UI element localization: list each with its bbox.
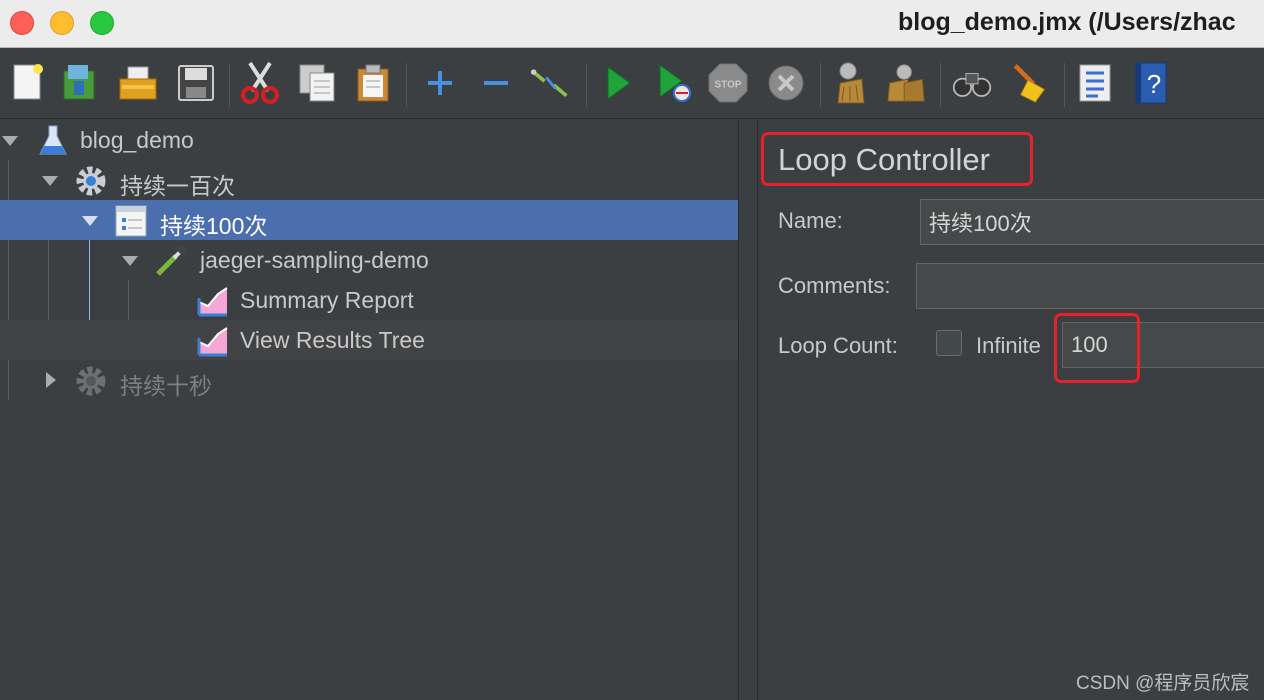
- stop-button[interactable]: STOP: [708, 63, 748, 103]
- collapse-arrow-icon[interactable]: [42, 176, 58, 186]
- clear-icon: [837, 62, 865, 104]
- listener-graph-icon: [197, 327, 228, 357]
- minimize-window-button[interactable]: [50, 11, 74, 35]
- tree-node-thread-group[interactable]: 持续一百次: [0, 160, 738, 200]
- infinite-checkbox[interactable]: [936, 330, 962, 356]
- tree-node-label: Summary Report: [240, 287, 414, 313]
- tree-node-summary-report[interactable]: Summary Report: [0, 280, 738, 320]
- toggle-button[interactable]: [530, 63, 570, 103]
- maximize-window-button[interactable]: [90, 11, 114, 35]
- collapse-icon: [484, 81, 508, 85]
- paste-icon: [357, 64, 389, 102]
- gear-icon: [76, 366, 106, 396]
- clear-all-button[interactable]: [886, 63, 926, 103]
- tree-node-label: jaeger-sampling-demo: [200, 247, 429, 273]
- reset-search-icon: [1013, 64, 1046, 103]
- toolbar-separator: [820, 63, 821, 107]
- watermark-text: CSDN @程序员欣宸: [1076, 673, 1250, 694]
- copy-button[interactable]: [298, 63, 338, 103]
- tree-node-thread-group-disabled[interactable]: 持续十秒: [0, 360, 738, 400]
- gear-icon: [76, 166, 106, 196]
- start-button[interactable]: [598, 63, 638, 103]
- title-annotation-box: [761, 132, 1033, 186]
- copy-icon: [299, 64, 335, 102]
- search-icon: [952, 73, 992, 97]
- open-icon: [119, 66, 157, 100]
- svg-text:?: ?: [1147, 69, 1161, 99]
- start-icon: [607, 66, 631, 100]
- tree-node-label: View Results Tree: [240, 327, 425, 353]
- templates-icon: [63, 65, 95, 100]
- tree-node-label: 持续十秒: [120, 373, 212, 399]
- start-no-pauses-icon: [659, 64, 691, 102]
- expand-all-button[interactable]: [420, 63, 460, 103]
- loop-count-label: Loop Count:: [778, 333, 898, 358]
- start-no-pauses-button[interactable]: [654, 63, 694, 103]
- test-plan-tree: blog_demo 持续一百次 持续100次 jaeger-sampling-d…: [0, 120, 738, 700]
- toolbar: STOP ?: [0, 49, 1264, 119]
- loop-controller-panel: Loop Controller Name: Comments: Loop Cou…: [758, 120, 1264, 700]
- title-bar: blog_demo.jmx (/Users/zhac: [0, 0, 1264, 48]
- shutdown-icon: [768, 65, 804, 101]
- tree-node-loop-controller[interactable]: 持续100次: [0, 200, 738, 240]
- comments-field[interactable]: [916, 263, 1264, 309]
- collapse-arrow-icon[interactable]: [82, 216, 98, 226]
- listener-graph-icon: [197, 287, 228, 317]
- expand-arrow-icon[interactable]: [46, 372, 56, 388]
- infinite-label: Infinite: [976, 333, 1041, 358]
- save-icon: [178, 65, 214, 101]
- function-helper-button[interactable]: [1076, 63, 1116, 103]
- loop-controller-icon: [115, 205, 147, 237]
- new-button[interactable]: [8, 63, 48, 103]
- stop-icon: STOP: [708, 63, 748, 103]
- name-field[interactable]: [920, 199, 1264, 245]
- cut-button[interactable]: [240, 61, 280, 104]
- shutdown-button[interactable]: [766, 63, 806, 103]
- reset-search-button[interactable]: [1008, 63, 1048, 103]
- tree-node-label: 持续一百次: [120, 173, 235, 199]
- test-plan-flask-icon: [39, 125, 67, 155]
- toolbar-separator: [1064, 63, 1065, 107]
- toolbar-separator: [586, 63, 587, 107]
- collapse-arrow-icon[interactable]: [2, 136, 18, 146]
- function-helper-icon: [1079, 64, 1111, 102]
- sampler-pipette-icon: [156, 246, 186, 276]
- tree-node-view-results-tree[interactable]: View Results Tree: [0, 320, 738, 360]
- paste-button[interactable]: [354, 63, 394, 103]
- tree-node-label: blog_demo: [80, 127, 194, 153]
- toolbar-separator: [406, 63, 407, 107]
- name-label: Name:: [778, 208, 843, 233]
- help-button[interactable]: ?: [1132, 62, 1172, 104]
- pane-splitter[interactable]: [738, 120, 758, 700]
- help-icon: ?: [1135, 62, 1167, 104]
- save-button[interactable]: [176, 63, 216, 103]
- stop-text: STOP: [714, 80, 741, 91]
- toggle-icon: [530, 69, 568, 98]
- close-window-button[interactable]: [10, 11, 34, 35]
- window-title: blog_demo.jmx (/Users/zhac: [898, 8, 1236, 36]
- comments-label: Comments:: [778, 273, 891, 298]
- clear-button[interactable]: [830, 62, 870, 104]
- cut-icon: [241, 61, 279, 104]
- toolbar-separator: [940, 63, 941, 107]
- toolbar-separator: [229, 63, 230, 107]
- expand-icon: [428, 71, 452, 95]
- loop-count-annotation-box: [1054, 313, 1140, 383]
- open-button[interactable]: [118, 63, 158, 103]
- new-icon: [13, 64, 43, 100]
- tree-node-test-plan[interactable]: blog_demo: [0, 120, 738, 160]
- collapse-all-button[interactable]: [476, 63, 516, 103]
- tree-node-http-sampler[interactable]: jaeger-sampling-demo: [0, 240, 738, 280]
- templates-button[interactable]: [60, 63, 100, 103]
- tree-node-label: 持续100次: [160, 213, 268, 239]
- search-button[interactable]: [952, 63, 992, 103]
- collapse-arrow-icon[interactable]: [122, 256, 138, 266]
- clear-all-icon: [887, 64, 925, 102]
